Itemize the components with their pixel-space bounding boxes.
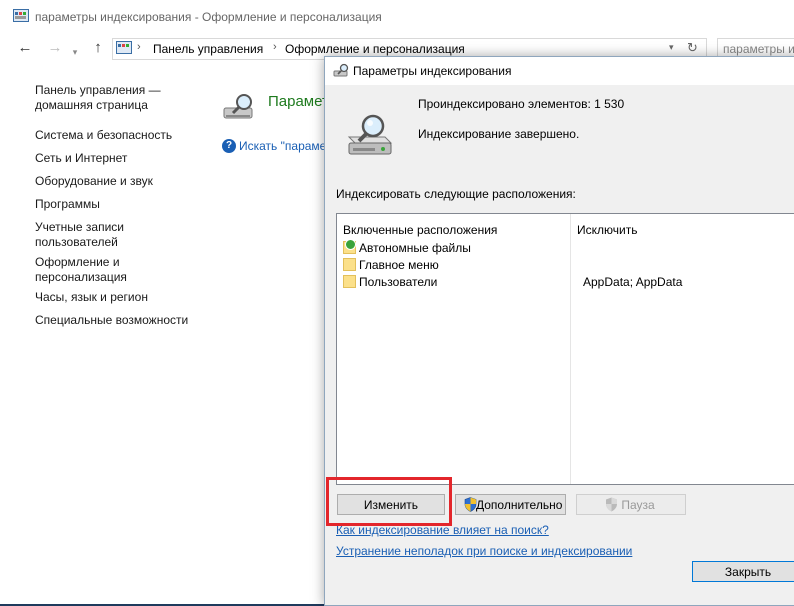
address-dropdown-icon[interactable]: ▾ — [669, 42, 674, 53]
column-header-exclude[interactable]: Исключить — [577, 223, 637, 237]
breadcrumb-control-panel[interactable]: Панель управления — [153, 42, 263, 56]
nav-link-appearance[interactable]: Оформление и — [35, 255, 205, 270]
nav-link-home[interactable]: домашняя страница — [35, 98, 205, 113]
nav-link-user-accounts[interactable]: пользователей — [35, 235, 205, 250]
control-panel-icon — [13, 9, 29, 26]
dialog-title-bar: Параметры индексирования — [325, 57, 794, 85]
search-text: параметры инд — [723, 42, 794, 56]
nav-link-system-security[interactable]: Система и безопасность — [35, 128, 205, 143]
nav-link-network[interactable]: Сеть и Интернет — [35, 151, 205, 166]
back-arrow-icon[interactable]: ← — [16, 40, 34, 56]
dialog-title: Параметры индексирования — [353, 64, 512, 78]
nav-link-ease-of-access[interactable]: Специальные возможности — [35, 313, 205, 328]
nav-link-home[interactable]: Панель управления — — [35, 83, 205, 98]
breadcrumb-separator[interactable]: › — [137, 41, 141, 53]
troubleshoot-search-link[interactable]: Устранение неполадок при поиске и индекс… — [336, 544, 632, 558]
help-icon: ? — [222, 139, 236, 153]
up-arrow-icon[interactable]: ↑ — [89, 40, 107, 56]
location-name: Главное меню — [359, 258, 439, 272]
index-locations-label: Индексировать следующие расположения: — [336, 187, 576, 201]
recent-locations-chevron-icon[interactable]: ▾ — [70, 44, 80, 60]
nav-link-user-accounts[interactable]: Учетные записи — [35, 220, 205, 235]
indexed-items-count: Проиндексировано элементов: 1 530 — [418, 97, 625, 111]
close-button[interactable]: Закрыть — [692, 561, 794, 582]
location-name: Пользователи — [359, 275, 438, 289]
breadcrumb-separator[interactable]: › — [273, 41, 277, 53]
indexing-options-dialog: Параметры индексирования Проиндексирован… — [324, 56, 794, 606]
advanced-button-label: Дополнительно — [476, 498, 563, 512]
location-row-users[interactable]: Пользователи AppData; AppData — [343, 274, 783, 290]
column-header-included[interactable]: Включенные расположения — [343, 223, 497, 237]
control-panel-icon — [116, 41, 132, 58]
window-title: параметры индексирования - Оформление и … — [35, 10, 382, 24]
page-heading[interactable]: Парамет — [268, 93, 329, 110]
nav-link-appearance[interactable]: персонализация — [35, 270, 205, 285]
how-indexing-affects-search-link[interactable]: Как индексирование влияет на поиск? — [336, 523, 549, 537]
nav-link-clock-region[interactable]: Часы, язык и регион — [35, 290, 205, 305]
folder-icon — [343, 275, 356, 288]
folder-icon — [343, 258, 356, 271]
indexing-icon — [222, 92, 260, 125]
advanced-button[interactable]: Дополнительно — [455, 494, 566, 515]
indexing-icon — [345, 113, 397, 160]
left-navigation: Панель управления — домашняя страница Си… — [0, 64, 210, 604]
shield-icon — [464, 497, 477, 518]
location-exclusions: AppData; AppData — [583, 275, 683, 289]
indexed-locations-list[interactable]: Включенные расположения Исключить Автоно… — [336, 213, 794, 485]
indexing-icon — [333, 63, 351, 80]
folder-icon — [343, 239, 356, 254]
sync-center-icon — [345, 239, 356, 250]
modify-button[interactable]: Изменить — [337, 494, 445, 515]
column-divider[interactable] — [570, 214, 571, 484]
shield-icon — [605, 497, 618, 518]
indexing-status: Индексирование завершено. — [418, 127, 580, 141]
refresh-icon[interactable]: ↻ — [687, 40, 698, 56]
forward-arrow-icon[interactable]: → — [46, 40, 64, 56]
breadcrumb-appearance[interactable]: Оформление и персонализация — [285, 42, 465, 56]
nav-link-programs[interactable]: Программы — [35, 197, 205, 212]
title-bar: параметры индексирования - Оформление и … — [0, 0, 794, 34]
nav-link-hardware-sound[interactable]: Оборудование и звук — [35, 174, 205, 189]
pause-button[interactable]: Пауза — [576, 494, 686, 515]
location-name: Автономные файлы — [359, 241, 471, 255]
search-windows-help-link[interactable]: Искать "парамет — [239, 139, 331, 153]
